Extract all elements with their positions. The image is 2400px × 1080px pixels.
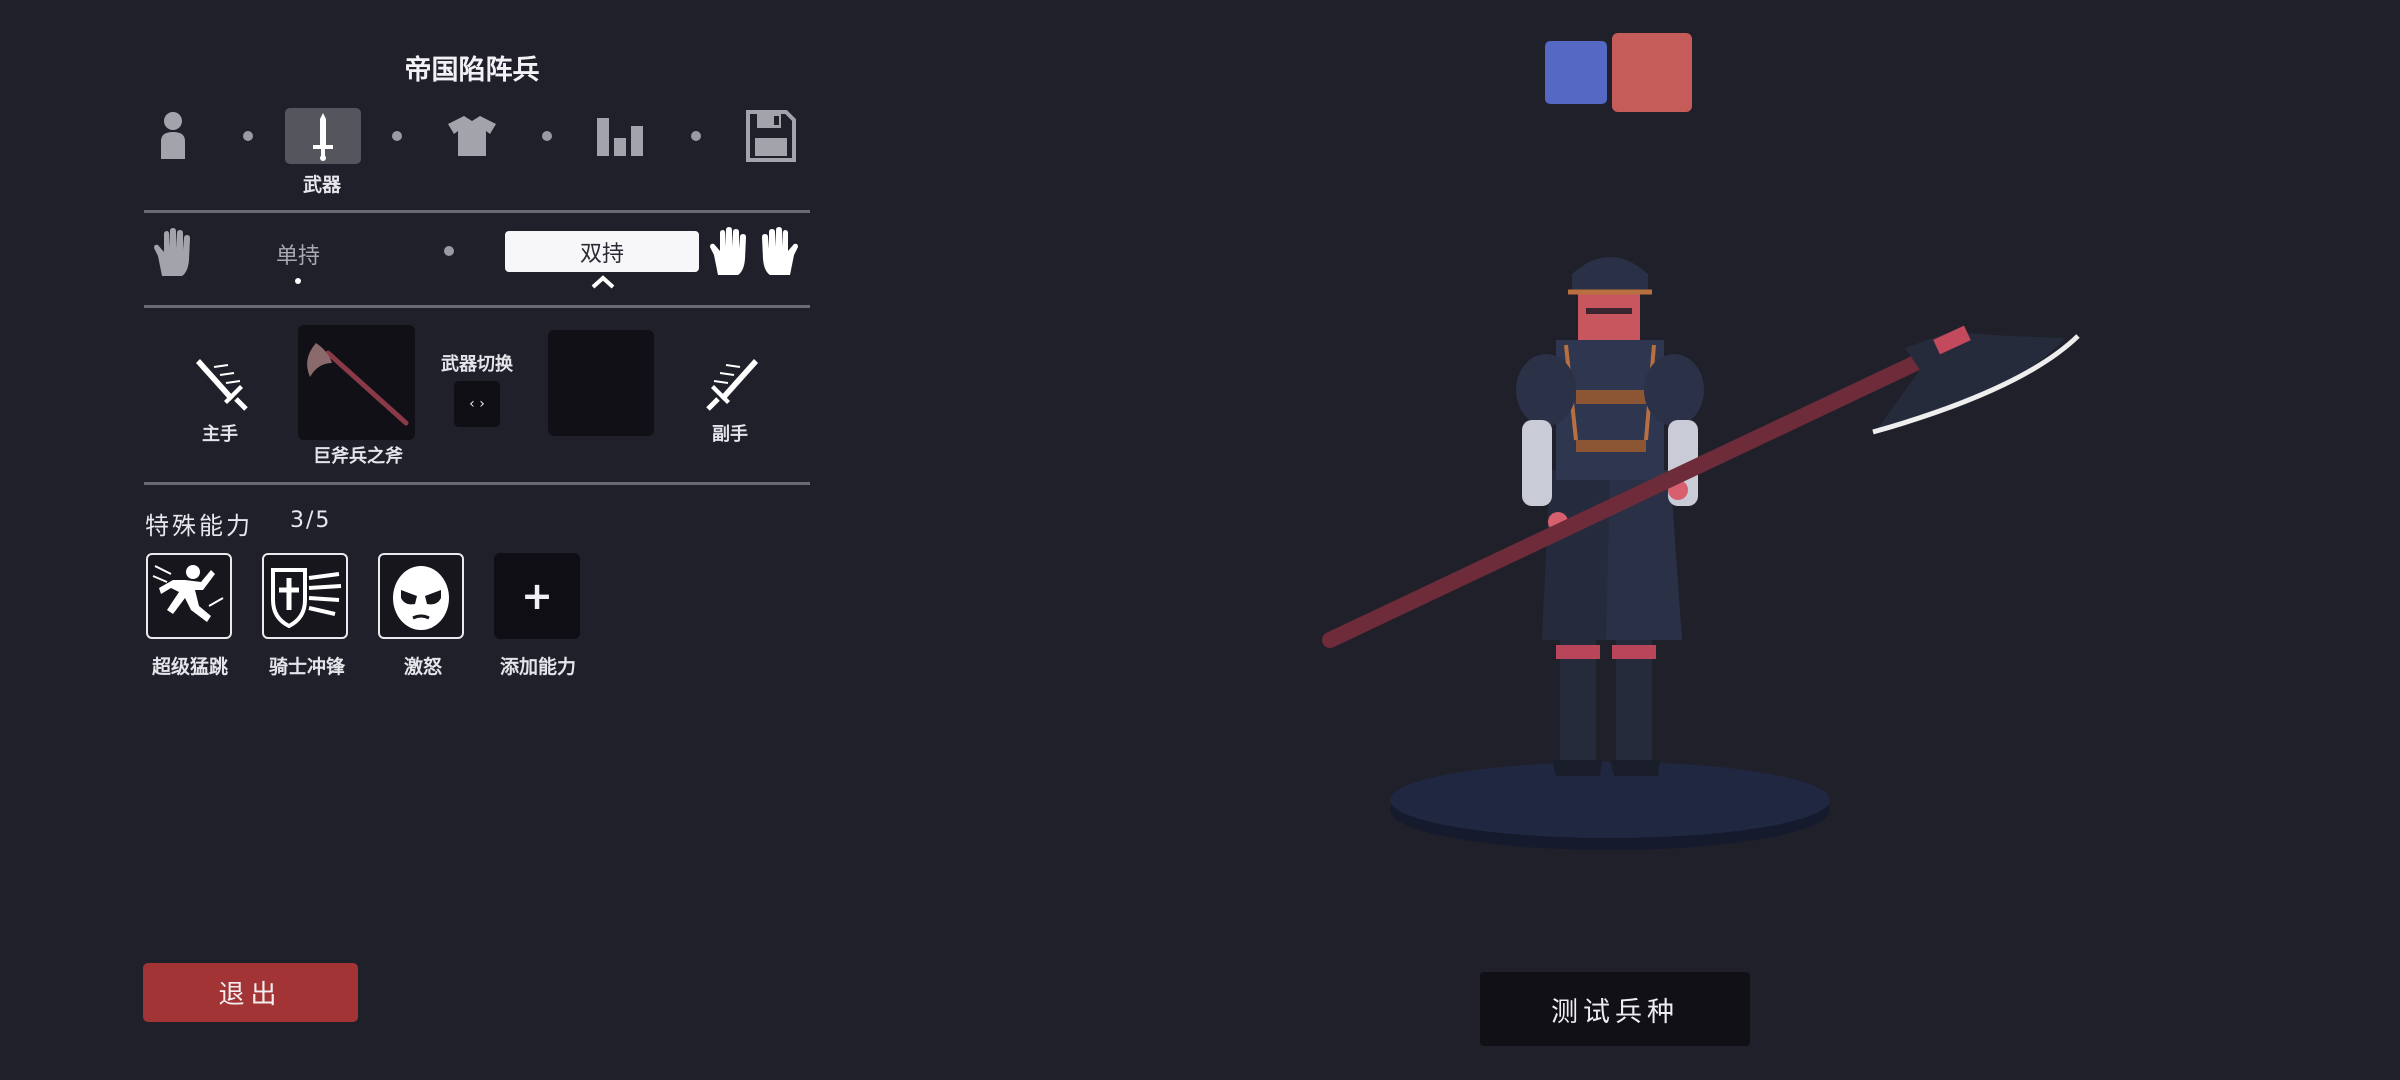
grip-indicator-dot [295, 278, 301, 284]
main-hand-weapon-slot[interactable] [298, 325, 415, 440]
ability-label: 激怒 [403, 656, 442, 678]
off-hand-weapon-slot[interactable] [548, 330, 654, 436]
shirt-icon [448, 116, 496, 156]
grip-one-handed[interactable]: 单持 [258, 238, 338, 270]
tab-weapons-label: 武器 [302, 174, 341, 196]
floppy-disk-icon [746, 110, 796, 162]
unit-preview [1322, 257, 2080, 850]
divider [144, 482, 810, 485]
tab-separator [542, 131, 552, 141]
ability-label: 骑士冲锋 [268, 656, 345, 678]
bar-chart-icon [597, 118, 643, 156]
tab-separator [392, 131, 402, 141]
chevron-up-icon [591, 275, 615, 289]
off-hand-sword-icon [706, 359, 758, 411]
weapon-switch-label: 武器切换 [441, 354, 513, 375]
person-icon [161, 112, 185, 159]
divider [144, 210, 810, 213]
enrage-icon [393, 566, 449, 630]
tab-save[interactable] [733, 108, 809, 164]
ability-knight-charge[interactable] [262, 553, 348, 639]
main-hand-sword-icon [196, 359, 248, 411]
weapon-switch-button[interactable]: ‹ › [454, 381, 500, 427]
grip-two-handed[interactable]: 双持 [505, 231, 699, 272]
divider [144, 305, 810, 308]
great-axe-icon [307, 343, 409, 426]
unit-name-title: 帝国陷阵兵 [404, 55, 540, 86]
add-ability-button[interactable]: + [494, 553, 580, 639]
team-color-red[interactable] [1612, 33, 1692, 112]
exit-button[interactable]: 退出 [143, 963, 358, 1022]
add-ability-label: 添加能力 [499, 656, 576, 678]
tab-weapons[interactable] [285, 108, 361, 164]
super-jump-icon [152, 565, 224, 622]
ability-label: 超级猛跳 [151, 656, 228, 678]
tab-separator [691, 131, 701, 141]
grip-separator [444, 246, 454, 256]
tab-clothing[interactable] [434, 108, 510, 164]
main-hand-label: 主手 [202, 424, 238, 445]
main-weapon-name: 巨斧兵之斧 [313, 446, 403, 467]
two-hands-icon [710, 227, 798, 275]
ability-super-jump[interactable] [146, 553, 232, 639]
abilities-title: 特殊能力 [145, 512, 253, 540]
ability-enrage[interactable] [378, 553, 464, 639]
knight-charge-icon [271, 568, 342, 629]
tab-stats[interactable] [583, 108, 659, 164]
hand-icon [154, 228, 190, 276]
switch-arrows-icon: ‹ › [469, 396, 485, 412]
abilities-count: 3/5 [290, 508, 332, 533]
off-hand-label: 副手 [712, 424, 748, 445]
team-color-blue[interactable] [1545, 41, 1607, 104]
test-unit-button[interactable]: 测试兵种 [1480, 972, 1750, 1046]
sword-icon [313, 113, 333, 161]
tab-unit[interactable] [135, 108, 211, 164]
plus-icon: + [521, 574, 553, 618]
tab-separator [243, 131, 253, 141]
